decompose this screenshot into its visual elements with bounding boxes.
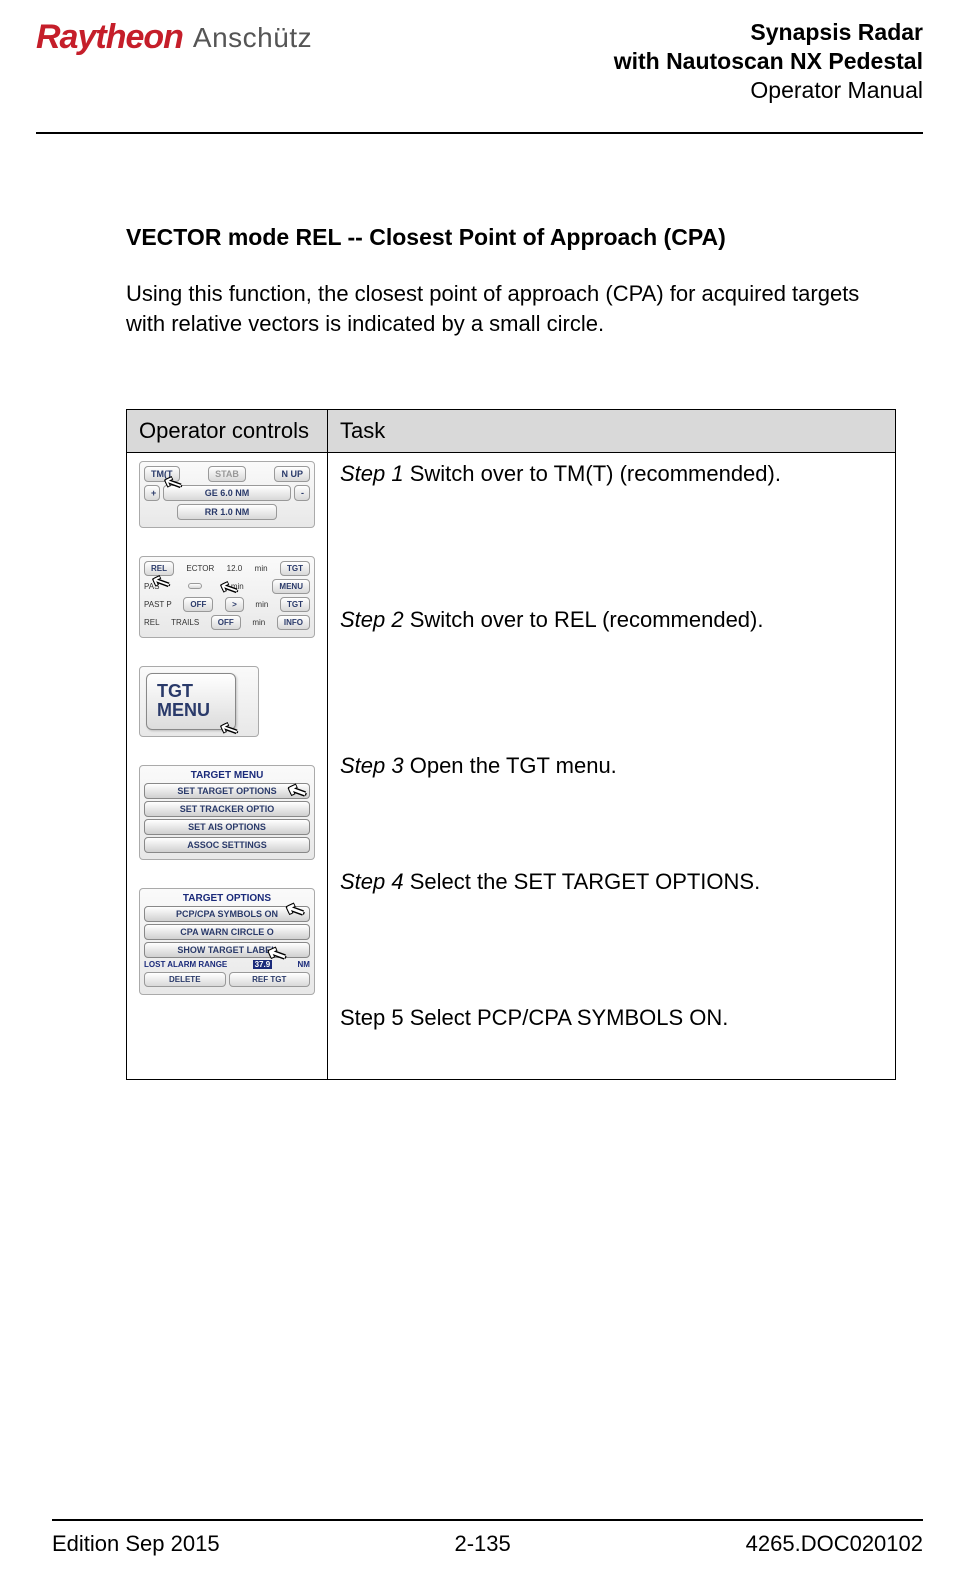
- doc-title-2: with Nautoscan NX Pedestal: [614, 47, 923, 76]
- trails-label: TRAILS: [171, 618, 199, 627]
- panel-tm: TM(T STAB N UP + GE 6.0 NM - RR 1.0 NM ↖: [139, 461, 315, 528]
- ref-tgt-button[interactable]: REF TGT: [229, 972, 311, 987]
- logo-block: Raytheon Anschütz: [36, 18, 312, 57]
- task-cell: Step 1 Switch over to TM(T) (recommended…: [328, 452, 896, 1079]
- step-5-label: Step 5: [340, 1005, 404, 1030]
- procedure-table: Operator controls Task TM(T STAB N UP + …: [126, 409, 896, 1080]
- rel2-label: REL: [144, 618, 160, 627]
- panel-tgt-menu: TGT MENU ↖: [139, 666, 259, 738]
- doc-title-1: Synapsis Radar: [614, 18, 923, 47]
- menu-label: MENU: [272, 579, 310, 594]
- off-btn[interactable]: OFF: [183, 597, 213, 612]
- panel-vector: REL ECTOR 12.0 min TGT PAS min MENU PAST…: [139, 556, 315, 638]
- off2-btn[interactable]: OFF: [211, 615, 241, 630]
- tgt2-label: TGT: [280, 597, 310, 612]
- footer-edition: Edition Sep 2015: [52, 1531, 220, 1557]
- step-4-text: Select the SET TARGET OPTIONS.: [404, 869, 761, 894]
- tgt-l2: MENU: [157, 701, 225, 721]
- panel-target-options: TARGET OPTIONS PCP/CPA SYMBOLS ON CPA WA…: [139, 888, 315, 995]
- step-2: Step 2 Switch over to REL (recommended).: [340, 607, 883, 633]
- rr-button[interactable]: RR 1.0 NM: [177, 504, 277, 520]
- info-label: INFO: [277, 615, 310, 630]
- step-1-label: Step 1: [340, 461, 404, 486]
- lost-alarm-unit: NM: [298, 960, 310, 969]
- stab-button[interactable]: STAB: [208, 466, 246, 482]
- assoc-settings-button[interactable]: ASSOC SETTINGS: [144, 837, 310, 853]
- step-4: Step 4 Select the SET TARGET OPTIONS.: [340, 869, 883, 895]
- delete-button[interactable]: DELETE: [144, 972, 226, 987]
- step-5: Step 5 Select PCP/CPA SYMBOLS ON.: [340, 1005, 883, 1031]
- vector-val: 12.0: [227, 564, 243, 573]
- cursor-icon: ↖: [215, 714, 243, 745]
- tgt-l1: TGT: [157, 682, 225, 702]
- past-btn[interactable]: [188, 583, 202, 589]
- nup-button[interactable]: N UP: [274, 466, 310, 482]
- section-heading: VECTOR mode REL -- Closest Point of Appr…: [126, 224, 896, 251]
- step-5-text: Select PCP/CPA SYMBOLS ON.: [404, 1005, 729, 1030]
- vector-label: ECTOR: [186, 564, 214, 573]
- step-3-label: Step 3: [340, 753, 404, 778]
- step-1: Step 1 Switch over to TM(T) (recommended…: [340, 461, 883, 487]
- unit-min3: min: [255, 600, 268, 609]
- doc-title-3: Operator Manual: [614, 76, 923, 105]
- step-1-text: Switch over to TM(T) (recommended).: [404, 461, 781, 486]
- step-3-text: Open the TGT menu.: [404, 753, 617, 778]
- content: VECTOR mode REL -- Closest Point of Appr…: [36, 224, 896, 1079]
- step-2-text: Switch over to REL (recommended).: [404, 607, 764, 632]
- section-intro: Using this function, the closest point o…: [126, 279, 896, 338]
- doc-title-block: Synapsis Radar with Nautoscan NX Pedesta…: [614, 18, 923, 104]
- logo-anschutz: Anschütz: [193, 22, 312, 54]
- logo-raytheon: Raytheon: [36, 18, 183, 57]
- target-menu-header: TARGET MENU: [144, 770, 310, 781]
- footer-page: 2-135: [454, 1531, 510, 1557]
- plus-button[interactable]: +: [144, 485, 160, 501]
- footer-docnum: 4265.DOC020102: [746, 1531, 923, 1557]
- step-2-label: Step 2: [340, 607, 404, 632]
- page-header: Raytheon Anschütz Synapsis Radar with Na…: [36, 18, 923, 134]
- pastp-label: PAST P: [144, 600, 172, 609]
- unit-min4: min: [252, 618, 265, 627]
- col-header-controls: Operator controls: [127, 409, 328, 452]
- set-tracker-options-button[interactable]: SET TRACKER OPTIO: [144, 801, 310, 817]
- unit-min: min: [255, 564, 268, 573]
- step-3: Step 3 Open the TGT menu.: [340, 753, 883, 779]
- page-footer: Edition Sep 2015 2-135 4265.DOC020102: [52, 1519, 923, 1557]
- step-4-label: Step 4: [340, 869, 404, 894]
- tgt-label: TGT: [280, 561, 310, 576]
- lost-alarm-label: LOST ALARM RANGE: [144, 960, 227, 969]
- panel-target-menu: TARGET MENU SET TARGET OPTIONS SET TRACK…: [139, 765, 315, 860]
- set-ais-options-button[interactable]: SET AIS OPTIONS: [144, 819, 310, 835]
- col-header-task: Task: [328, 409, 896, 452]
- minus-button[interactable]: -: [294, 485, 310, 501]
- controls-cell: TM(T STAB N UP + GE 6.0 NM - RR 1.0 NM ↖: [127, 452, 328, 1079]
